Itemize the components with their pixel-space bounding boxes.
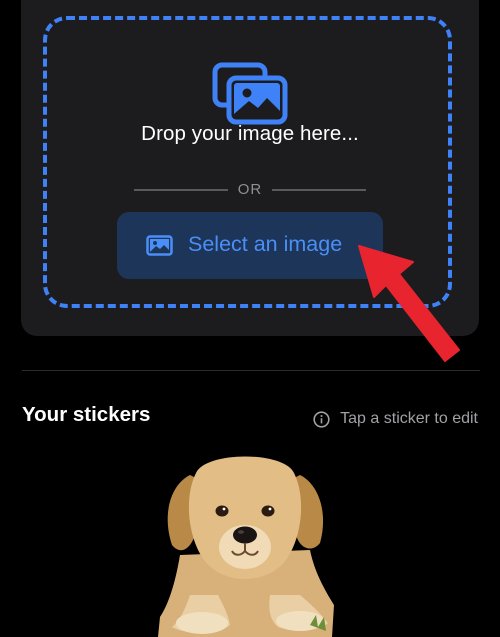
stickers-heading: Your stickers — [22, 403, 151, 426]
section-divider — [22, 370, 480, 371]
or-divider: OR — [134, 180, 366, 200]
divider-line-right — [272, 189, 366, 191]
edit-hint-text: Tap a sticker to edit — [340, 410, 478, 427]
puppy-sticker[interactable] — [150, 445, 340, 637]
drop-instruction: Drop your image here... — [141, 122, 359, 145]
sticker-page: Drop your image here... OR Select an ima… — [0, 0, 500, 637]
select-image-button[interactable]: Select an image — [117, 212, 383, 279]
select-image-label: Select an image — [188, 232, 343, 256]
or-label: OR — [237, 181, 263, 198]
image-stack-icon — [212, 62, 288, 125]
info-circle-icon — [313, 410, 330, 428]
photo-icon — [146, 235, 173, 256]
edit-hint: Tap a sticker to edit — [313, 410, 478, 428]
red-arrow-icon — [358, 245, 460, 362]
divider-line-left — [134, 189, 228, 191]
